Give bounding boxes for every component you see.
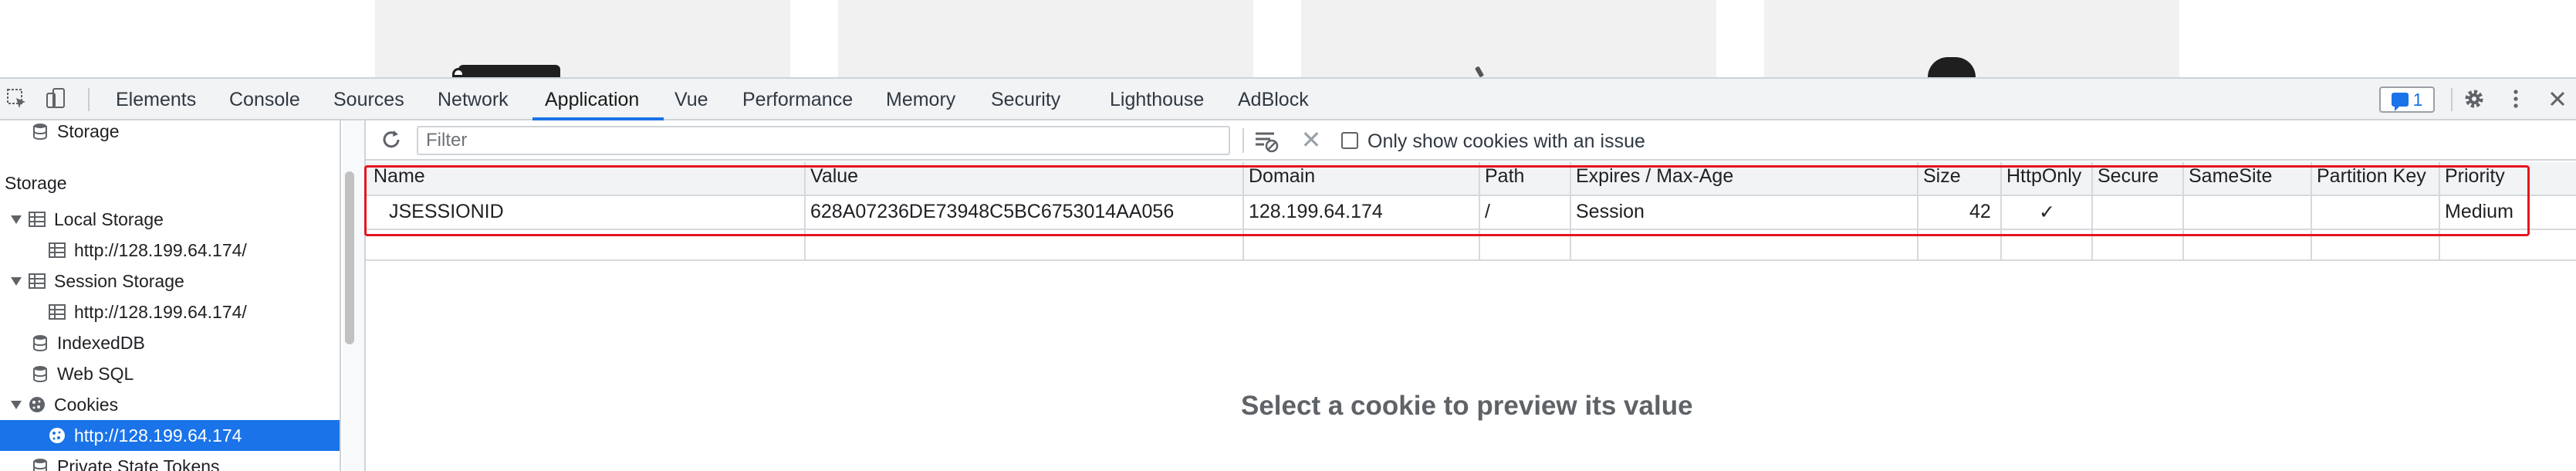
sidebar-item-private-state-tokens[interactable]: Private State Tokens	[0, 451, 340, 471]
refresh-icon[interactable]	[380, 128, 403, 151]
grid-icon	[29, 212, 46, 227]
preview-placeholder-text: Select a cookie to preview its value	[1241, 391, 1693, 421]
sidebar-scrollbar-thumb[interactable]	[345, 171, 354, 344]
divider	[2451, 88, 2453, 111]
issues-counter-button[interactable]: 1	[2379, 86, 2435, 113]
sidebar-item-cookies[interactable]: Cookies	[0, 389, 340, 420]
cookie-preview-pane: Select a cookie to preview its value	[366, 263, 2576, 471]
tab-sources[interactable]: Sources	[326, 79, 412, 120]
row-divider	[366, 259, 2576, 261]
sidebar-item-web-sql[interactable]: Web SQL	[0, 358, 340, 389]
tab-memory[interactable]: Memory	[878, 79, 963, 120]
tab-vue[interactable]: Vue	[667, 79, 716, 120]
cookie-icon	[29, 397, 45, 412]
sidebar-item-cookies-origin[interactable]: http://128.199.64.174	[0, 420, 340, 451]
cookies-toolbar: ✕ Only show cookies with an issue	[366, 120, 2576, 161]
issues-icon	[2391, 93, 2409, 111]
sidebar-item-label: Web SQL	[57, 363, 134, 384]
grid-icon	[49, 304, 66, 320]
page-content-strip	[0, 0, 2576, 77]
sidebar-item-label: Private State Tokens	[57, 456, 220, 471]
sidebar-item-session-storage-origin[interactable]: http://128.199.64.174/	[0, 296, 340, 327]
database-icon	[33, 335, 47, 352]
sidebar-item-label: Session Storage	[54, 270, 184, 291]
application-sidebar: Storage Storage Local Storage http://128…	[0, 120, 341, 471]
divider	[1242, 128, 1244, 153]
sidebar-item-label: Cookies	[54, 394, 119, 415]
expand-arrow-icon[interactable]	[11, 276, 22, 286]
delete-selected-icon[interactable]: ✕	[1298, 127, 1324, 153]
database-icon	[33, 366, 47, 383]
sidebar-item-session-storage[interactable]: Session Storage	[0, 266, 340, 296]
more-vertical-icon[interactable]	[2503, 86, 2528, 111]
cookie-icon	[49, 428, 65, 443]
sidebar-item-label: http://128.199.64.174	[74, 425, 242, 446]
devtools-tab-bar: Elements Console Sources Network Applica…	[0, 77, 2576, 120]
sidebar-item-label: Local Storage	[54, 208, 164, 229]
inspect-element-icon[interactable]	[5, 86, 29, 111]
expand-arrow-icon[interactable]	[11, 215, 22, 224]
divider	[88, 88, 90, 111]
page-thumbnail	[1764, 0, 2179, 77]
tab-application[interactable]: Application	[537, 79, 647, 120]
tab-console[interactable]: Console	[221, 79, 308, 120]
database-icon	[33, 124, 47, 141]
grid-icon	[29, 273, 46, 289]
sidebar-item-local-storage-origin[interactable]: http://128.199.64.174/	[0, 235, 340, 266]
grid-icon	[49, 242, 66, 258]
page-thumbnail	[1301, 0, 1716, 77]
filter-input[interactable]	[417, 126, 1230, 155]
device-toolbar-icon[interactable]	[43, 86, 68, 111]
tab-network[interactable]: Network	[430, 79, 516, 120]
clear-all-cookies-icon[interactable]	[1253, 128, 1280, 153]
sidebar-item-storage-top[interactable]: Storage	[0, 120, 340, 147]
page-thumbnail	[375, 0, 790, 77]
storage-section-heading: Storage	[5, 173, 67, 193]
sidebar-item-indexeddb[interactable]: IndexedDB	[0, 327, 340, 358]
tab-elements[interactable]: Elements	[108, 79, 204, 120]
tab-security[interactable]: Security	[983, 79, 1068, 120]
database-icon	[33, 459, 47, 471]
sidebar-item-label: Storage	[57, 120, 120, 141]
sidebar-item-label: IndexedDB	[57, 332, 145, 353]
tab-lighthouse[interactable]: Lighthouse	[1102, 79, 1212, 120]
only-issues-label: Only show cookies with an issue	[1367, 130, 1645, 152]
sidebar-item-local-storage[interactable]: Local Storage	[0, 204, 340, 235]
only-issues-checkbox[interactable]	[1341, 132, 1358, 149]
tab-performance[interactable]: Performance	[735, 79, 860, 120]
close-icon[interactable]	[2545, 86, 2570, 111]
highlight-annotation-box	[364, 165, 2530, 236]
sidebar-item-label: http://128.199.64.174/	[74, 239, 247, 260]
expand-arrow-icon[interactable]	[11, 400, 22, 409]
tab-adblock[interactable]: AdBlock	[1230, 79, 1317, 120]
sidebar-item-label: http://128.199.64.174/	[74, 301, 247, 322]
page-thumbnail	[838, 0, 1253, 77]
settings-gear-icon[interactable]	[2462, 86, 2486, 111]
issues-count: 1	[2412, 89, 2423, 110]
